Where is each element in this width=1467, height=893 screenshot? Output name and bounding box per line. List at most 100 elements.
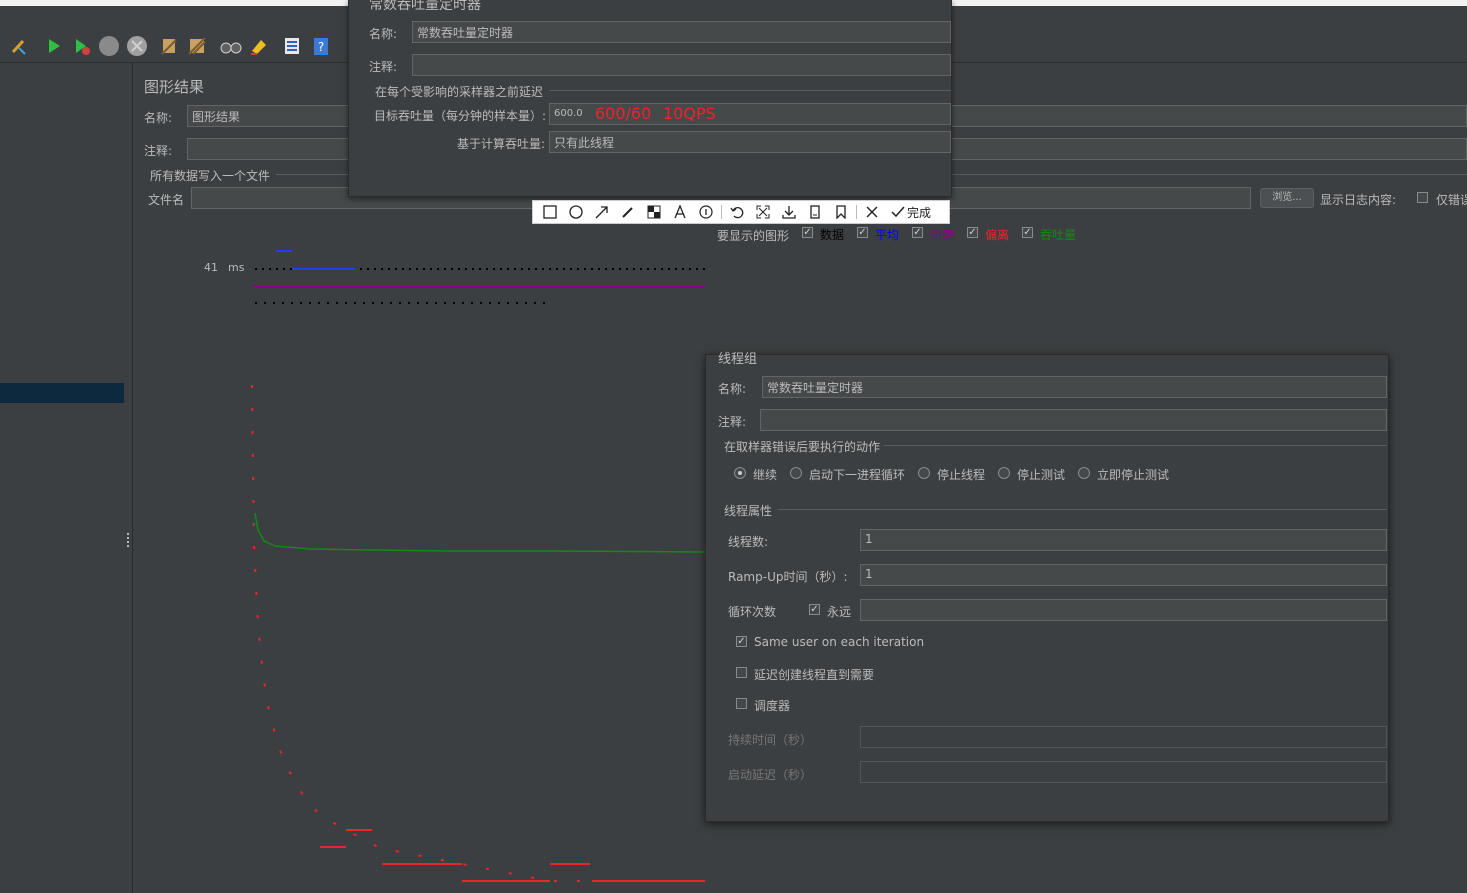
rectangle-tool-icon[interactable] xyxy=(537,201,563,223)
download-icon[interactable] xyxy=(776,201,802,223)
legend-data-checkbox[interactable]: ✓ xyxy=(802,227,813,238)
legend-average-label: 平均 xyxy=(875,228,900,242)
done-button[interactable]: 完成 xyxy=(885,204,937,221)
errors-only-checkbox[interactable] xyxy=(1417,192,1428,203)
thread-name-label: 名称: xyxy=(718,382,747,396)
pin-icon[interactable] xyxy=(802,201,828,223)
delay-create-checkbox[interactable] xyxy=(736,667,747,678)
write-all-group-label: 所有数据写入一个文件 xyxy=(150,169,271,183)
threads-input[interactable]: 1 xyxy=(860,529,1387,551)
start-no-pause-icon[interactable] xyxy=(70,35,92,57)
undo-icon[interactable] xyxy=(724,201,750,223)
radio-start-next-loop-label: 启动下一进程循环 xyxy=(809,468,906,482)
radio-start-next-loop[interactable] xyxy=(790,467,802,479)
target-throughput-label: 目标吞吐量（每分钟的样本量）: xyxy=(374,109,547,123)
graph-canvas xyxy=(251,250,706,882)
bookmark-icon[interactable] xyxy=(828,201,854,223)
y-axis-unit: ms xyxy=(228,261,245,274)
search-binoculars-icon[interactable] xyxy=(220,35,242,57)
number-marker-icon[interactable] xyxy=(693,201,719,223)
legend-median-label: 中值 xyxy=(930,228,955,242)
timer-name-label: 名称: xyxy=(369,27,398,41)
timer-name-input[interactable]: 常数吞吐量定时器 xyxy=(412,21,951,43)
radio-continue[interactable] xyxy=(734,467,746,479)
error-group-border xyxy=(884,445,1387,446)
filename-label: 文件名 xyxy=(148,193,185,207)
timer-comment-input[interactable] xyxy=(412,54,951,76)
fit-screen-icon[interactable] xyxy=(750,201,776,223)
timer-dialog-title: 常数吞吐量定时器 xyxy=(369,0,481,13)
mosaic-tool-icon[interactable] xyxy=(641,201,667,223)
thread-name-input[interactable]: 常数吞吐量定时器 xyxy=(762,376,1387,398)
divider-grip-icon xyxy=(127,533,131,547)
throughput-line xyxy=(254,512,706,553)
name-label: 名称: xyxy=(144,111,173,125)
stop-icon[interactable] xyxy=(98,35,120,57)
timer-group-label: 在每个受影响的采样器之前延迟 xyxy=(375,85,544,99)
forever-label: 永远 xyxy=(827,605,852,619)
thread-group-dialog[interactable]: 线程组 名称: 常数吞吐量定时器 注释: 在取样器错误后要执行的动作 继续 启动… xyxy=(705,352,1389,822)
ellipse-tool-icon[interactable] xyxy=(563,201,589,223)
annot-separator xyxy=(721,205,722,219)
deviation-line xyxy=(251,384,705,882)
log-content-label: 显示日志内容: xyxy=(1320,193,1397,207)
pen-tool-icon[interactable] xyxy=(615,201,641,223)
clear-broom-icon[interactable] xyxy=(8,35,30,57)
thread-comment-input[interactable] xyxy=(760,409,1387,431)
thread-comment-label: 注释: xyxy=(718,415,747,429)
check-icon xyxy=(891,206,905,218)
duration-label: 持续时间（秒） xyxy=(728,733,813,747)
page-title: 图形结果 xyxy=(144,78,205,96)
clear-all-icon[interactable] xyxy=(186,35,208,57)
radio-stop-test-label: 停止测试 xyxy=(1017,468,1066,482)
arrow-tool-icon[interactable] xyxy=(589,201,615,223)
legend-throughput-label: 吞吐量 xyxy=(1040,228,1077,242)
annotation-600-60: 600/60 xyxy=(595,104,652,123)
timer-dialog[interactable]: 常数吞吐量定时器 名称: 常数吞吐量定时器 注释: 在每个受影响的采样器之前延迟… xyxy=(348,0,952,197)
same-user-checkbox[interactable]: ✓ xyxy=(736,636,747,647)
timer-group-border xyxy=(549,90,951,91)
tree-selected-row[interactable] xyxy=(0,383,124,403)
calc-basis-select[interactable]: 只有此线程 xyxy=(549,131,951,153)
scheduler-checkbox[interactable] xyxy=(736,698,747,709)
help-icon[interactable]: ? xyxy=(310,35,332,57)
radio-stop-thread[interactable] xyxy=(918,467,930,479)
radio-stop-test[interactable] xyxy=(998,467,1010,479)
startup-delay-label: 启动延迟（秒） xyxy=(728,768,813,782)
loop-count-label: 循环次数 xyxy=(728,605,777,619)
legend-deviation-checkbox[interactable]: ✓ xyxy=(967,227,978,238)
errors-only-label: 仅错误 xyxy=(1436,193,1467,207)
start-icon[interactable] xyxy=(42,35,64,57)
comment-label: 注释: xyxy=(144,144,173,158)
radio-continue-label: 继续 xyxy=(753,468,778,482)
legend-deviation-label: 偏离 xyxy=(985,228,1010,242)
clear-icon[interactable] xyxy=(158,35,180,57)
loop-count-input[interactable] xyxy=(860,599,1387,621)
forever-checkbox[interactable]: ✓ xyxy=(809,604,820,615)
legend-throughput-checkbox[interactable]: ✓ xyxy=(1022,227,1033,238)
browse-button[interactable]: 浏览... xyxy=(1260,188,1314,208)
error-action-group-label: 在取样器错误后要执行的动作 xyxy=(724,440,881,454)
shutdown-icon[interactable] xyxy=(126,35,148,57)
graphs-to-display-label: 要显示的图形 xyxy=(717,229,790,243)
radio-stop-thread-label: 停止线程 xyxy=(937,468,986,482)
test-plan-tree[interactable] xyxy=(0,63,125,893)
thread-props-group-label: 线程属性 xyxy=(724,504,773,518)
reset-search-icon[interactable] xyxy=(248,35,270,57)
split-pane-divider[interactable] xyxy=(124,63,133,893)
function-helper-icon[interactable] xyxy=(281,35,303,57)
y-axis-value: 41 xyxy=(204,261,218,274)
svg-text:?: ? xyxy=(318,40,324,54)
radio-stop-test-now[interactable] xyxy=(1078,467,1090,479)
startup-delay-input[interactable] xyxy=(860,761,1387,783)
duration-input[interactable] xyxy=(860,726,1387,748)
done-label: 完成 xyxy=(907,205,932,220)
threads-label: 线程数: xyxy=(728,535,769,549)
rampup-input[interactable]: 1 xyxy=(860,564,1387,586)
close-icon[interactable] xyxy=(859,201,885,223)
legend-median-checkbox[interactable]: ✓ xyxy=(912,227,923,238)
same-user-label: Same user on each iteration xyxy=(754,635,925,649)
legend-average-checkbox[interactable]: ✓ xyxy=(857,227,868,238)
text-tool-icon[interactable] xyxy=(667,201,693,223)
screenshot-annotation-toolbar: 完成 xyxy=(532,200,950,224)
